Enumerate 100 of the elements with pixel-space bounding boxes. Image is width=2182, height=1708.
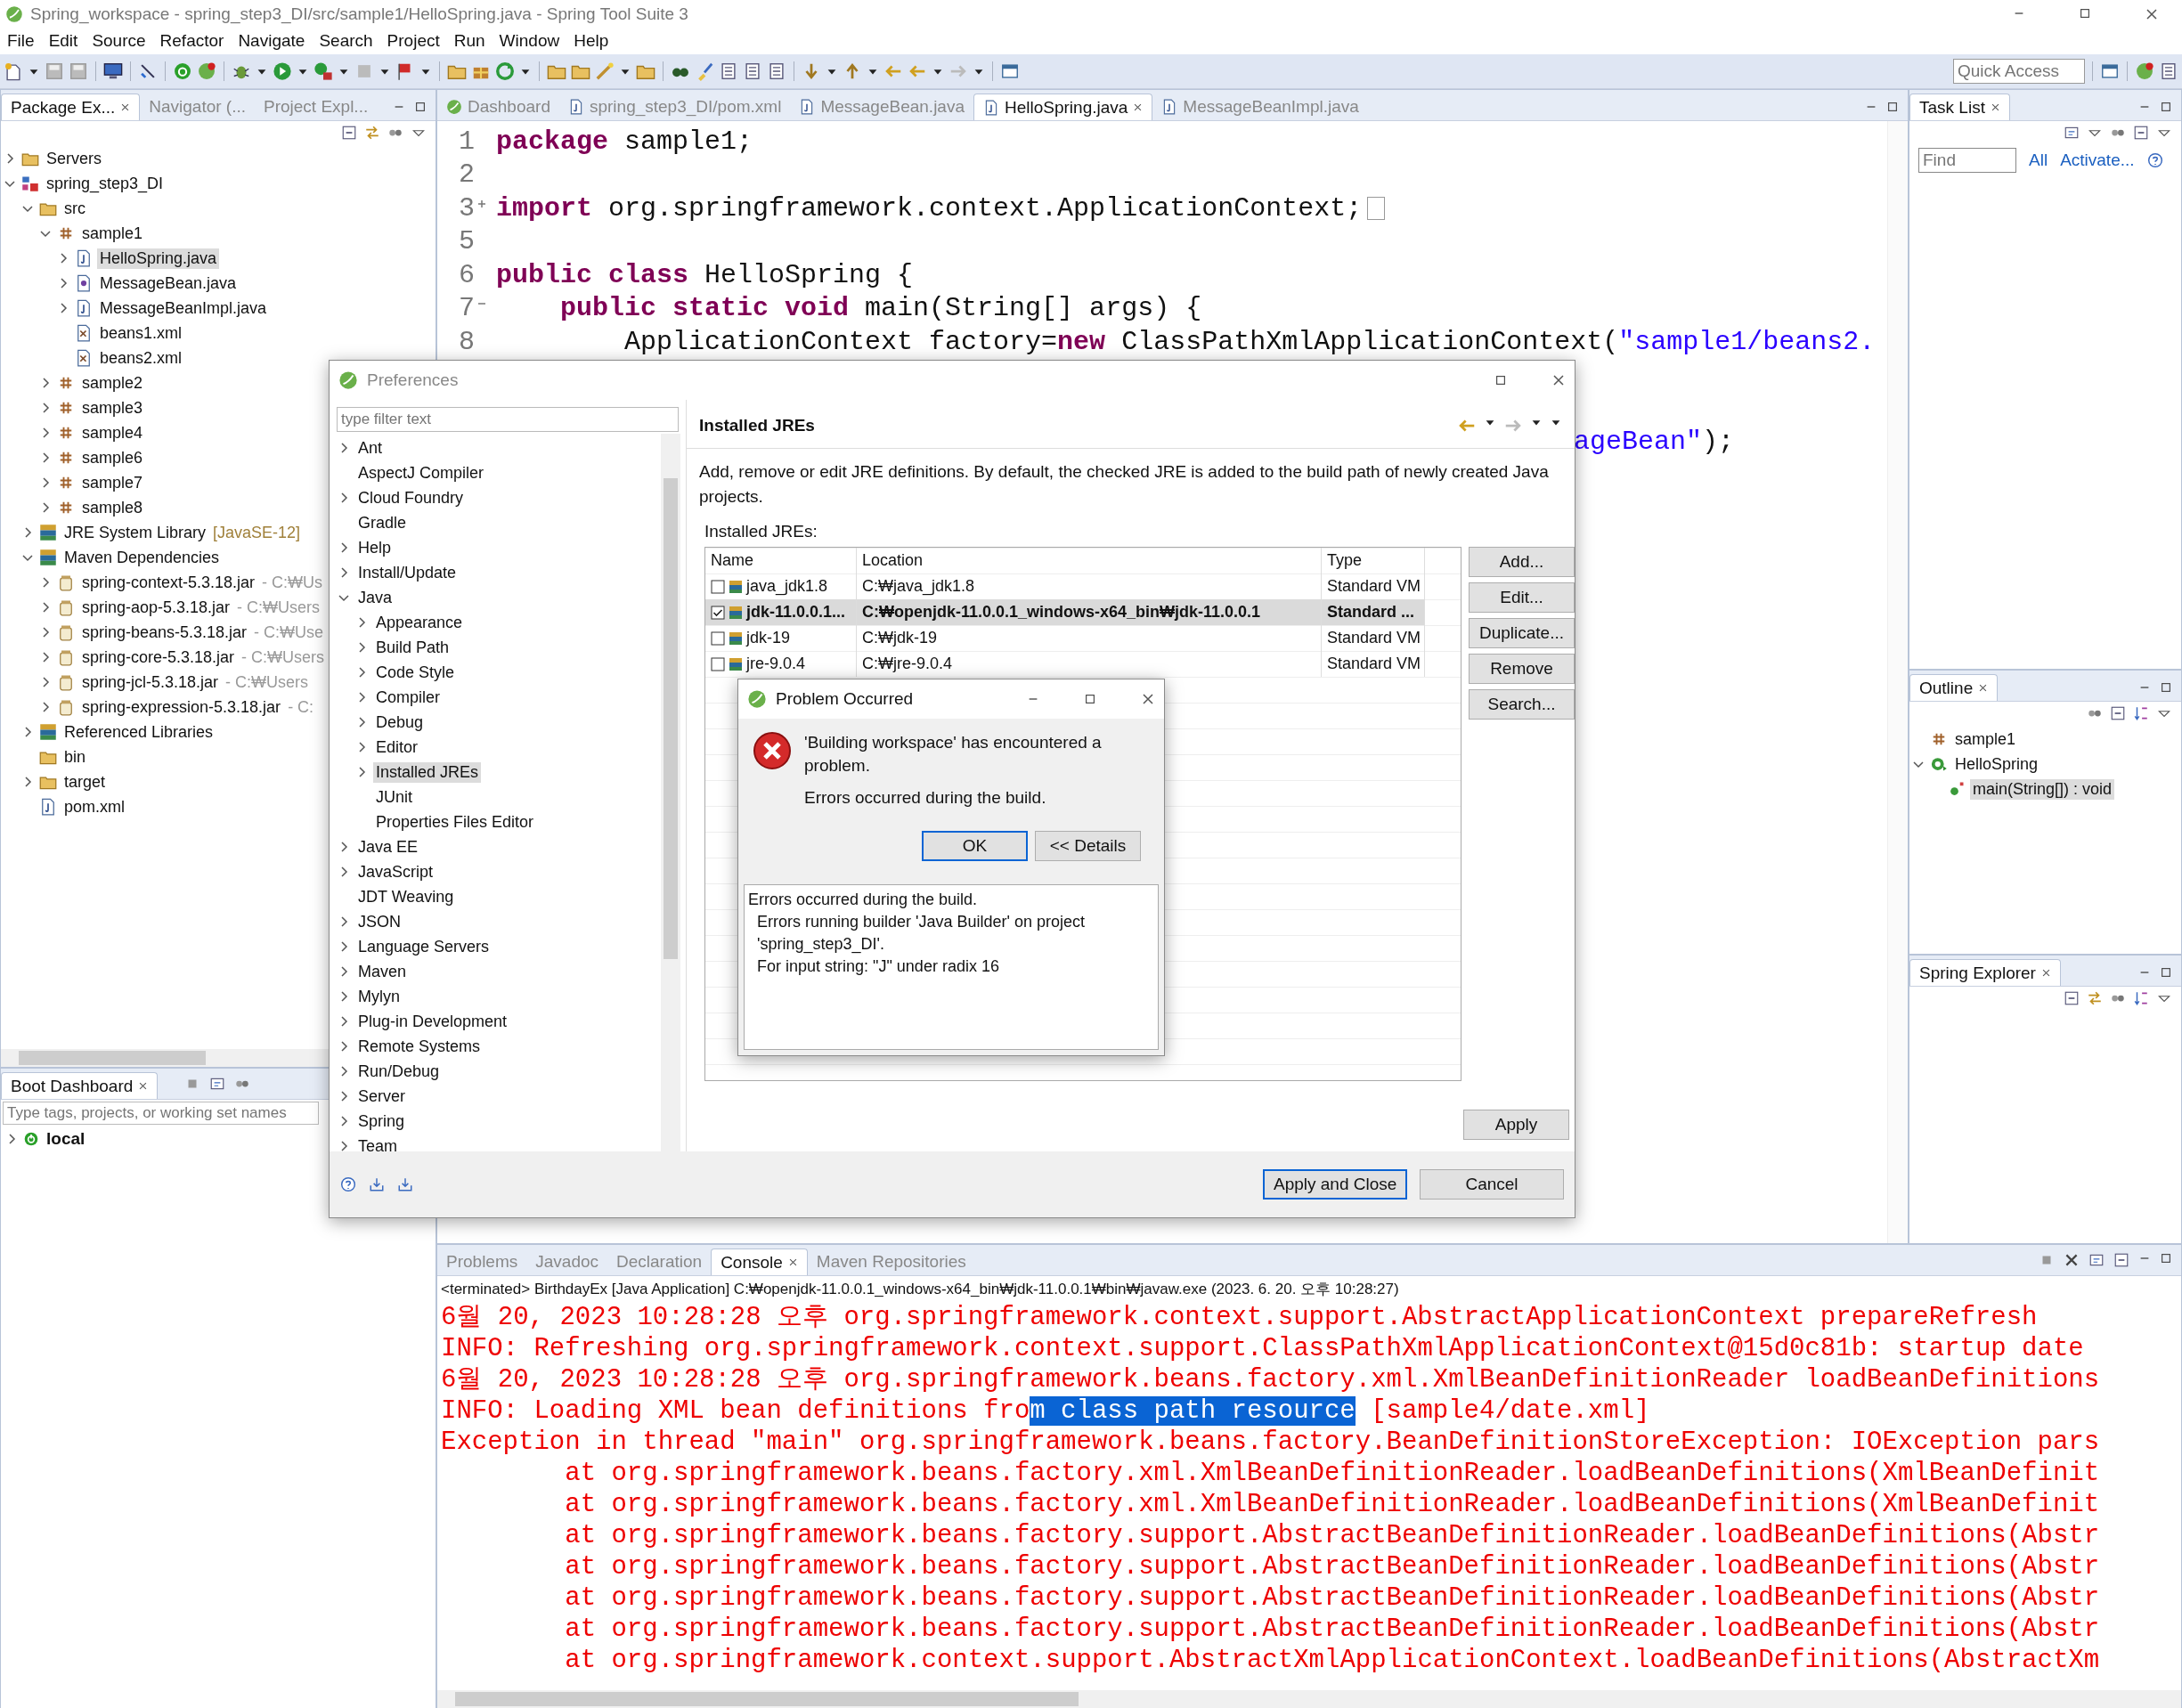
tree-item[interactable]: AspectJ Compiler bbox=[355, 462, 487, 484]
tree-item[interactable]: spring-core-5.3.18.jar bbox=[79, 647, 238, 668]
tree-item[interactable]: HelloSpring bbox=[1952, 753, 2041, 775]
tree-item[interactable]: beans1.xml bbox=[97, 322, 185, 344]
find-field[interactable]: Find bbox=[1918, 148, 2016, 173]
tree-item[interactable]: Cloud Foundry bbox=[355, 487, 467, 508]
tree-item[interactable]: Properties Files Editor bbox=[373, 811, 537, 833]
tree-item[interactable]: Referenced Libraries bbox=[61, 721, 216, 743]
menu-item[interactable]: File bbox=[0, 31, 42, 51]
dialog-button[interactable]: Remove bbox=[1469, 654, 1575, 684]
menu-item[interactable]: Refactor bbox=[152, 31, 232, 51]
menu-item[interactable]: Help bbox=[566, 31, 616, 51]
tree-item[interactable]: sample4 bbox=[79, 422, 146, 443]
tree-item[interactable]: Code Style bbox=[373, 662, 458, 683]
link[interactable]: Activate... bbox=[2060, 150, 2135, 170]
tree-item[interactable]: JDT Weaving bbox=[355, 886, 457, 907]
tree-item[interactable]: JSON bbox=[355, 911, 403, 932]
tree-item[interactable]: local bbox=[44, 1128, 88, 1150]
filter-field[interactable]: type filter text bbox=[337, 407, 679, 432]
dialog-button[interactable]: Duplicate... bbox=[1469, 618, 1575, 648]
tree-item[interactable]: Spring bbox=[355, 1110, 408, 1132]
table-cell[interactable]: java_jdk1.8 bbox=[746, 577, 828, 596]
tree-item[interactable]: sample1 bbox=[79, 223, 146, 244]
menu-item[interactable]: Window bbox=[492, 31, 567, 51]
tree-item[interactable]: Install/Update bbox=[355, 562, 460, 583]
tab[interactable]: Boot Dashboard bbox=[1, 1072, 159, 1099]
tree-item[interactable]: sample7 bbox=[79, 472, 146, 493]
tab[interactable]: Console bbox=[711, 1248, 808, 1275]
column-header[interactable]: Name bbox=[705, 548, 857, 573]
tree-item[interactable]: Java bbox=[355, 587, 395, 608]
tree-item[interactable]: spring-jcl-5.3.18.jar bbox=[79, 671, 222, 693]
tree-item[interactable]: JUnit bbox=[373, 786, 415, 808]
apply-button[interactable]: Apply bbox=[1463, 1110, 1569, 1140]
dialog-button[interactable]: Apply and Close bbox=[1263, 1169, 1407, 1200]
tree-item[interactable]: Debug bbox=[373, 712, 427, 733]
tree-item[interactable]: src bbox=[61, 198, 88, 219]
table-cell[interactable]: jdk-19 bbox=[746, 629, 791, 647]
tree-item[interactable]: Language Servers bbox=[355, 936, 493, 957]
tree-item[interactable]: Team bbox=[355, 1135, 400, 1151]
tree-item[interactable]: sample2 bbox=[79, 372, 146, 394]
tree-item[interactable]: Remote Systems bbox=[355, 1036, 484, 1057]
table-cell[interactable]: C:₩jdk-19 bbox=[857, 625, 1322, 651]
tree-item[interactable]: Mylyn bbox=[355, 986, 403, 1007]
tree-item[interactable]: spring_step3_DI bbox=[44, 173, 167, 194]
tree-item[interactable]: Server bbox=[355, 1086, 408, 1107]
menu-item[interactable]: Run bbox=[446, 31, 493, 51]
tree-item[interactable]: Run/Debug bbox=[355, 1061, 443, 1082]
filter-field[interactable]: Type tags, projects, or working set names bbox=[3, 1102, 319, 1125]
dialog-button[interactable]: Cancel bbox=[1420, 1169, 1564, 1200]
menu-item[interactable]: Source bbox=[85, 31, 153, 51]
tree-item[interactable]: sample8 bbox=[79, 497, 146, 518]
table-cell[interactable]: Standard VM bbox=[1322, 651, 1425, 677]
tree-item[interactable]: Editor bbox=[373, 736, 421, 758]
menu-item[interactable]: Search bbox=[312, 31, 380, 51]
tree-item[interactable]: HelloSpring.java bbox=[97, 248, 220, 269]
column-header[interactable]: Location bbox=[857, 548, 1322, 573]
dialog-button[interactable]: Search... bbox=[1469, 689, 1575, 720]
tree-item[interactable]: bin bbox=[61, 746, 89, 768]
tree-item[interactable]: Gradle bbox=[355, 512, 410, 533]
menu-item[interactable]: Project bbox=[379, 31, 447, 51]
quick-access-field[interactable]: Quick Access bbox=[1953, 59, 2085, 84]
tree-item[interactable]: Servers bbox=[44, 148, 104, 169]
table-cell[interactable]: jre-9.0.4 bbox=[746, 655, 806, 673]
tree-item[interactable]: Plug-in Development bbox=[355, 1011, 510, 1032]
tree-item[interactable]: spring-beans-5.3.18.jar bbox=[79, 622, 250, 643]
tree-item[interactable]: Compiler bbox=[373, 687, 444, 708]
tree-item[interactable]: sample3 bbox=[79, 397, 146, 419]
dialog-button[interactable]: OK bbox=[922, 831, 1028, 861]
tree-item[interactable]: target bbox=[61, 771, 109, 793]
dialog-button[interactable]: Add... bbox=[1469, 547, 1575, 577]
tree-item[interactable]: pom.xml bbox=[61, 796, 127, 817]
tree-item[interactable]: Maven bbox=[355, 961, 410, 982]
tab[interactable]: Outline bbox=[1909, 674, 1999, 701]
tab[interactable]: Package Ex... bbox=[1, 94, 141, 120]
tab[interactable]: Spring Explorer bbox=[1909, 959, 2061, 986]
tab[interactable]: Task List bbox=[1909, 94, 2010, 120]
table-cell[interactable]: C:₩jre-9.0.4 bbox=[857, 651, 1322, 677]
tree-item[interactable]: Appearance bbox=[373, 612, 466, 633]
dialog-button[interactable]: Edit... bbox=[1469, 582, 1575, 613]
tree-item[interactable]: spring-expression-5.3.18.jar bbox=[79, 696, 284, 718]
dialog-button[interactable]: << Details bbox=[1035, 831, 1141, 861]
menu-item[interactable]: Edit bbox=[41, 31, 85, 51]
tree-item[interactable]: beans2.xml bbox=[97, 347, 185, 369]
table-cell[interactable]: C:₩openjdk-11.0.0.1_windows-x64_bin₩jdk-11.0.0.1 bbox=[857, 599, 1322, 625]
tree-item[interactable]: main(String[]) : void bbox=[1970, 778, 2115, 800]
tree-item[interactable]: Java EE bbox=[355, 836, 421, 858]
tree-item[interactable]: spring-aop-5.3.18.jar bbox=[79, 597, 233, 618]
tree-item[interactable]: sample6 bbox=[79, 447, 146, 468]
tree-item[interactable]: Installed JREs bbox=[373, 761, 482, 783]
tab[interactable]: HelloSpring.java bbox=[973, 94, 1153, 120]
tree-item[interactable]: spring-context-5.3.18.jar bbox=[79, 572, 258, 593]
tree-item[interactable]: Build Path bbox=[373, 637, 452, 658]
link[interactable]: All bbox=[2029, 150, 2048, 170]
tree-item[interactable]: JavaScript bbox=[355, 861, 436, 882]
tree-item[interactable]: MessageBeanImpl.java bbox=[97, 297, 270, 319]
column-header[interactable]: Type bbox=[1322, 548, 1425, 573]
table-cell[interactable]: Standard VM bbox=[1322, 625, 1425, 651]
tree-item[interactable]: Maven Dependencies bbox=[61, 547, 223, 568]
tree-item[interactable]: JRE System Library bbox=[61, 522, 209, 543]
tree-item[interactable]: Help bbox=[355, 537, 395, 558]
